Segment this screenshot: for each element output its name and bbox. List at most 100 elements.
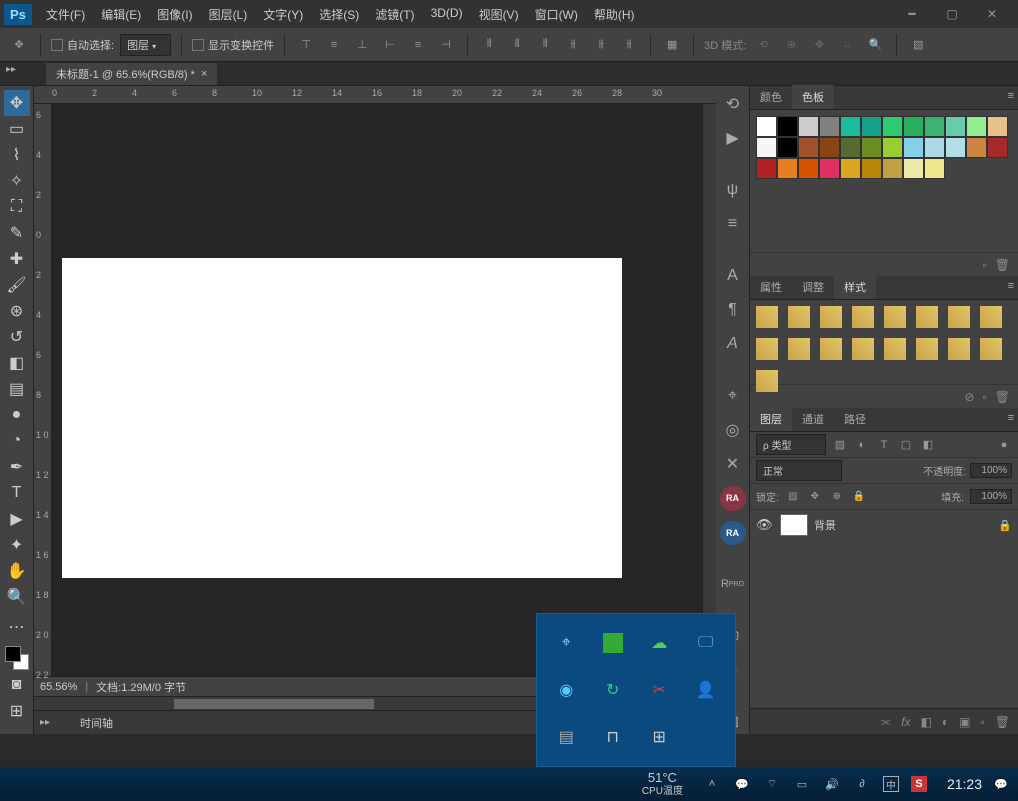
- usb-tray-icon[interactable]: ⊓: [601, 725, 625, 749]
- filter-shape-icon[interactable]: ▢: [898, 437, 914, 453]
- channels-tab[interactable]: 通道: [792, 407, 834, 431]
- edit-toolbar[interactable]: ⋯: [4, 614, 30, 640]
- color-swatch[interactable]: [819, 158, 840, 179]
- distribute-bottom-icon[interactable]: ⫴: [534, 34, 556, 56]
- align-left-icon[interactable]: ⊢: [379, 34, 401, 56]
- color-swatch[interactable]: [882, 116, 903, 137]
- ra-panel-icon-2[interactable]: RA: [720, 521, 746, 545]
- distribute-right-icon[interactable]: ⫵: [618, 34, 640, 56]
- layers-tab[interactable]: 图层: [750, 407, 792, 431]
- auto-align-icon[interactable]: ▦: [661, 34, 683, 56]
- color-swatch[interactable]: [861, 137, 882, 158]
- healing-brush-tool[interactable]: ✚: [4, 246, 30, 272]
- 3d-pan-icon[interactable]: ✥: [808, 34, 830, 56]
- lasso-tool[interactable]: ⌇: [4, 142, 30, 168]
- menu-item[interactable]: 3D(D): [423, 2, 471, 27]
- color-swatch[interactable]: [882, 158, 903, 179]
- color-swatch[interactable]: [861, 158, 882, 179]
- menu-item[interactable]: 图层(L): [201, 2, 256, 27]
- properties-tab[interactable]: 属性: [750, 275, 792, 299]
- shape-tool[interactable]: ✦: [4, 532, 30, 558]
- vertical-scrollbar[interactable]: [702, 104, 716, 676]
- quick-mask-toggle[interactable]: ◙: [4, 672, 30, 698]
- color-swatch[interactable]: [966, 137, 987, 158]
- layer-thumbnail[interactable]: [780, 514, 808, 536]
- wechat-tray-icon[interactable]: 💬: [733, 775, 751, 793]
- color-swatch[interactable]: [798, 137, 819, 158]
- volume-icon[interactable]: 🔊: [823, 775, 841, 793]
- wifi-icon[interactable]: ⌔: [763, 775, 781, 793]
- style-thumb[interactable]: [820, 338, 842, 360]
- color-tab[interactable]: 颜色: [750, 85, 792, 109]
- color-swatch[interactable]: [924, 116, 945, 137]
- filter-adjustment-icon[interactable]: ◐: [854, 437, 870, 453]
- display-tray-icon[interactable]: 🖵: [694, 631, 718, 655]
- 3d-slide-icon[interactable]: ↔: [836, 34, 858, 56]
- sogou-icon[interactable]: S: [911, 776, 927, 792]
- color-swatch[interactable]: [798, 158, 819, 179]
- screen-mode-toggle[interactable]: ⊞: [4, 698, 30, 724]
- color-swatch[interactable]: [819, 137, 840, 158]
- color-swatch[interactable]: [756, 158, 777, 179]
- style-thumb[interactable]: [788, 338, 810, 360]
- new-layer-icon[interactable]: ▫: [981, 715, 985, 729]
- onedrive-tray-icon[interactable]: ☁: [647, 631, 671, 655]
- filter-pixel-icon[interactable]: ▨: [832, 437, 848, 453]
- canvas-viewport[interactable]: [52, 104, 702, 676]
- color-swatch[interactable]: [987, 116, 1008, 137]
- styles-menu-icon[interactable]: ≡: [1008, 280, 1014, 292]
- foreground-color-swatch[interactable]: [5, 646, 21, 662]
- layer-mask-icon[interactable]: ◧: [921, 715, 932, 729]
- align-vcenter-icon[interactable]: ≡: [323, 34, 345, 56]
- style-thumb[interactable]: [884, 306, 906, 328]
- swatches-tab[interactable]: 色板: [792, 85, 834, 109]
- color-swatch[interactable]: [777, 158, 798, 179]
- color-swatch[interactable]: [840, 137, 861, 158]
- menu-item[interactable]: 帮助(H): [586, 2, 643, 27]
- auto-select-scope-select[interactable]: 图层 ▾: [120, 34, 171, 56]
- paragraph-panel-icon[interactable]: ¶: [720, 298, 746, 322]
- clone-stamp-tool[interactable]: ⊛: [4, 298, 30, 324]
- adjustments-tab[interactable]: 调整: [792, 275, 834, 299]
- layer-row[interactable]: 👁 背景 🔒: [750, 510, 1018, 540]
- lock-all-icon[interactable]: 🔒: [851, 489, 867, 505]
- crop-tool[interactable]: ⛶: [4, 194, 30, 220]
- zoom-tool[interactable]: 🔍: [4, 584, 30, 610]
- layers-menu-icon[interactable]: ≡: [1008, 412, 1014, 424]
- magic-wand-tool[interactable]: ✧: [4, 168, 30, 194]
- menu-item[interactable]: 文件(F): [38, 2, 93, 27]
- clock[interactable]: 21:23: [937, 776, 992, 792]
- style-thumb[interactable]: [756, 306, 778, 328]
- distribute-left-icon[interactable]: ⫵: [562, 34, 584, 56]
- lock-artboard-icon[interactable]: ⊕: [829, 489, 845, 505]
- new-style-icon[interactable]: ▫: [983, 390, 987, 404]
- actions-panel-icon[interactable]: ▶: [720, 126, 746, 150]
- opacity-input[interactable]: [970, 463, 1012, 478]
- brush-panel-icon[interactable]: ψ: [720, 178, 746, 202]
- menu-item[interactable]: 窗口(W): [527, 2, 586, 27]
- delete-layer-icon[interactable]: 🗑: [995, 715, 1010, 729]
- menu-item[interactable]: 图像(I): [149, 2, 200, 27]
- snip-tray-icon[interactable]: ✂: [647, 678, 671, 702]
- user-tray-icon[interactable]: 👤: [694, 678, 718, 702]
- sync-tray-icon[interactable]: ↻: [601, 678, 625, 702]
- style-thumb[interactable]: [916, 306, 938, 328]
- menu-item[interactable]: 滤镜(T): [367, 2, 422, 27]
- lock-position-icon[interactable]: ✥: [807, 489, 823, 505]
- color-swatch[interactable]: [756, 137, 777, 158]
- brush-settings-icon[interactable]: ≡: [720, 212, 746, 236]
- align-right-icon[interactable]: ⊣: [435, 34, 457, 56]
- style-thumb[interactable]: [756, 370, 778, 392]
- move-tool[interactable]: ✥: [4, 90, 30, 116]
- menu-item[interactable]: 视图(V): [471, 2, 527, 27]
- layer-group-icon[interactable]: ▣: [959, 715, 970, 729]
- delete-swatch-icon[interactable]: 🗑: [995, 258, 1010, 272]
- menu-item[interactable]: 选择(S): [311, 2, 367, 27]
- expand-timeline-icon[interactable]: ▸▸: [40, 717, 50, 728]
- document-tab[interactable]: 未标题-1 @ 65.6%(RGB/8) * ×: [46, 63, 217, 85]
- brush-tool[interactable]: 🖌: [4, 272, 30, 298]
- cpu-temp-widget[interactable]: 51°C CPU温度: [632, 770, 693, 798]
- navigator-panel-icon[interactable]: ◎: [720, 418, 746, 442]
- move-tool-icon[interactable]: ✥: [8, 34, 30, 56]
- blend-mode-select[interactable]: 正常: [756, 460, 842, 481]
